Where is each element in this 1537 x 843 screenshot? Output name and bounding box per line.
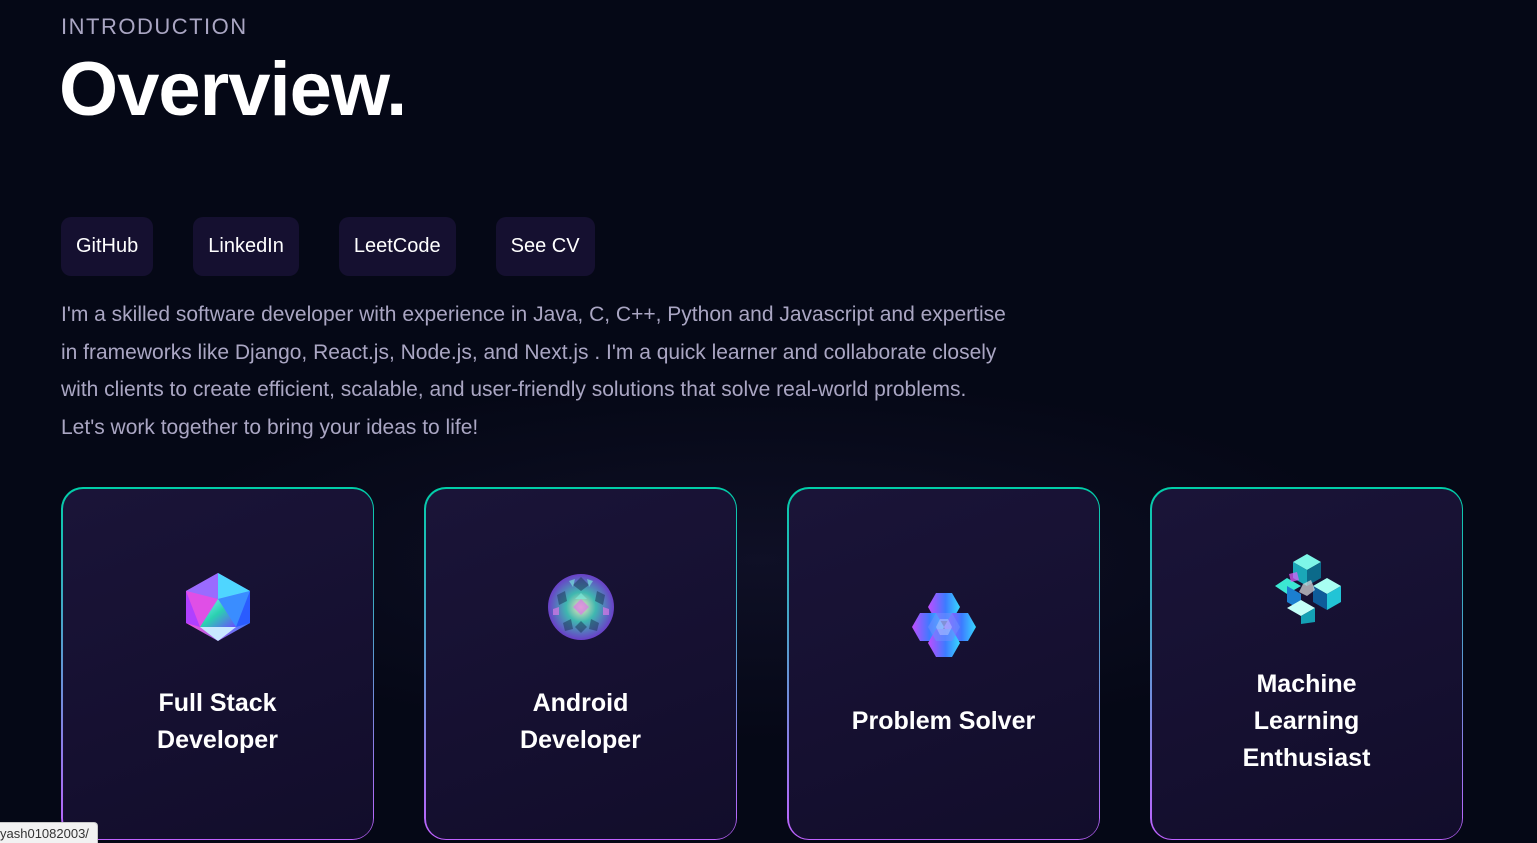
profile-links: GitHub LinkedIn LeetCode See CV (61, 217, 595, 276)
hexagon-cluster-icon (906, 587, 982, 663)
service-card-problem-solver: Problem Solver (787, 487, 1100, 840)
lattice-cube-icon (1269, 550, 1345, 626)
leetcode-button[interactable]: LeetCode (338, 217, 456, 276)
service-title: Full Stack Developer (157, 688, 278, 754)
see-cv-button[interactable]: See CV (495, 217, 595, 276)
linkedin-button[interactable]: LinkedIn (193, 217, 299, 276)
faceted-sphere-icon (543, 569, 619, 645)
service-card-android: Android Developer (424, 487, 737, 840)
section-title: Overview. (59, 47, 407, 132)
service-card-machine-learning: Machine Learning Enthusiast (1150, 487, 1463, 840)
service-card-full-stack: Full Stack Developer (61, 487, 374, 840)
github-button[interactable]: GitHub (61, 217, 154, 276)
section-subtitle: INTRODUCTION (61, 14, 248, 39)
status-bar-url: yash01082003/ (0, 822, 98, 843)
service-title: Machine Learning Enthusiast (1242, 670, 1371, 772)
service-cards: Full Stack Developer Android Developer P… (61, 487, 1463, 840)
bio-paragraph: I'm a skilled software developer with ex… (61, 303, 1006, 439)
service-title: Android Developer (520, 688, 641, 754)
service-title: Problem Solver (851, 707, 1036, 735)
icosahedron-icon (180, 569, 256, 645)
